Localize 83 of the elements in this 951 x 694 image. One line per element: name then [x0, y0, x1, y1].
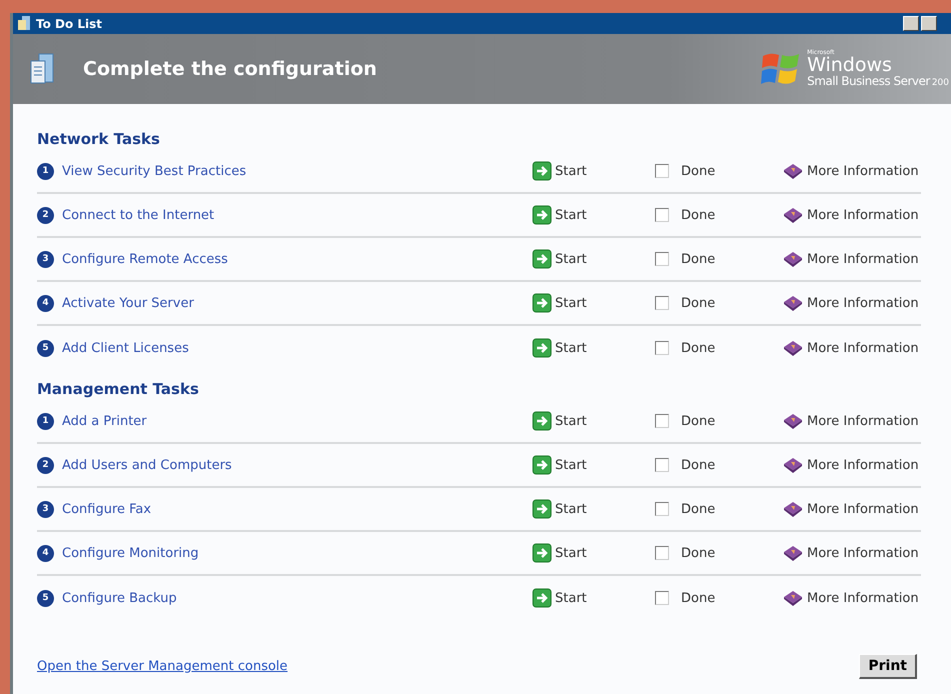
task-link[interactable]: Configure Backup — [62, 590, 177, 606]
start-link[interactable]: Start — [555, 340, 587, 356]
more-information-link[interactable]: More Information — [807, 458, 919, 472]
section-title: Network Tasks — [37, 129, 161, 150]
task-link[interactable]: Activate Your Server — [62, 296, 194, 310]
start-link[interactable]: Start — [555, 164, 587, 178]
done-label: Done — [681, 252, 716, 266]
minimize-button[interactable] — [903, 16, 919, 31]
step-number: 4 — [37, 544, 54, 562]
done-label: Done — [681, 340, 716, 356]
task-link[interactable]: Configure Remote Access — [62, 252, 228, 266]
task-link[interactable]: Configure Monitoring — [62, 546, 199, 560]
start-link[interactable]: Start — [555, 590, 587, 606]
more-information-link[interactable]: More Information — [807, 164, 919, 178]
done-checkbox[interactable] — [655, 591, 669, 605]
more-information-link[interactable]: More Information — [807, 340, 919, 356]
done-label: Done — [681, 590, 716, 606]
book-icon — [783, 340, 803, 356]
done-checkbox[interactable] — [655, 502, 669, 516]
window-title: To Do List — [36, 16, 102, 30]
start-link[interactable]: Start — [555, 414, 587, 428]
done-checkbox[interactable] — [655, 296, 669, 310]
step-number: 4 — [37, 294, 54, 312]
book-icon — [783, 412, 803, 430]
book-icon — [783, 206, 803, 224]
task-link[interactable]: Add Client Licenses — [62, 340, 189, 356]
start-link[interactable]: Start — [555, 252, 587, 266]
start-link[interactable]: Start — [555, 208, 587, 222]
step-number: 2 — [37, 206, 54, 224]
book-icon — [783, 294, 803, 312]
book-icon — [783, 500, 803, 518]
done-label: Done — [681, 502, 716, 516]
done-label: Done — [681, 546, 716, 560]
done-label: Done — [681, 208, 716, 222]
task-link[interactable]: Add a Printer — [62, 414, 147, 428]
task-link[interactable]: Configure Fax — [62, 502, 152, 516]
step-number: 3 — [37, 500, 54, 518]
book-icon — [783, 544, 803, 562]
more-information-link[interactable]: More Information — [807, 502, 919, 516]
print-button[interactable]: Print — [859, 654, 917, 679]
step-number: 5 — [37, 340, 54, 356]
step-number: 5 — [37, 590, 54, 606]
task-link[interactable]: Connect to the Internet — [62, 208, 214, 222]
task-link[interactable]: View Security Best Practices — [62, 164, 246, 178]
start-link[interactable]: Start — [555, 296, 587, 310]
step-number: 3 — [37, 250, 54, 268]
done-label: Done — [681, 458, 716, 472]
section-title: Management Tasks — [37, 379, 200, 400]
done-checkbox[interactable] — [655, 208, 669, 222]
maximize-button[interactable] — [921, 16, 937, 31]
more-information-link[interactable]: More Information — [807, 546, 919, 560]
done-checkbox[interactable] — [655, 458, 669, 472]
done-checkbox[interactable] — [655, 546, 669, 560]
start-link[interactable]: Start — [555, 458, 587, 472]
logo-product: Windows — [807, 56, 893, 75]
book-icon — [783, 456, 803, 474]
task-link[interactable]: Add Users and Computers — [62, 458, 232, 472]
page-title: Complete the configuration — [83, 58, 377, 80]
more-information-link[interactable]: More Information — [807, 590, 919, 606]
book-icon — [783, 162, 803, 180]
more-information-link[interactable]: More Information — [807, 252, 919, 266]
start-link[interactable]: Start — [555, 502, 587, 516]
step-number: 2 — [37, 456, 54, 474]
more-information-link[interactable]: More Information — [807, 208, 919, 222]
done-checkbox[interactable] — [655, 414, 669, 428]
done-label: Done — [681, 296, 716, 310]
start-link[interactable]: Start — [555, 546, 587, 560]
book-icon — [783, 590, 803, 606]
logo-year: 200 — [932, 79, 949, 88]
done-checkbox[interactable] — [655, 164, 669, 178]
more-information-link[interactable]: More Information — [807, 414, 919, 428]
more-information-link[interactable]: More Information — [807, 296, 919, 310]
clipboard-icon — [29, 53, 55, 85]
book-icon — [783, 250, 803, 268]
done-label: Done — [681, 414, 716, 428]
step-number: 1 — [37, 162, 54, 180]
step-number: 1 — [37, 412, 54, 430]
done-checkbox[interactable] — [655, 252, 669, 266]
clipboard-icon — [17, 16, 31, 31]
logo-edition: Small Business Server — [807, 75, 930, 87]
done-label: Done — [681, 164, 716, 178]
console-link[interactable]: Open the Server Management console — [37, 659, 288, 674]
done-checkbox[interactable] — [655, 341, 669, 355]
